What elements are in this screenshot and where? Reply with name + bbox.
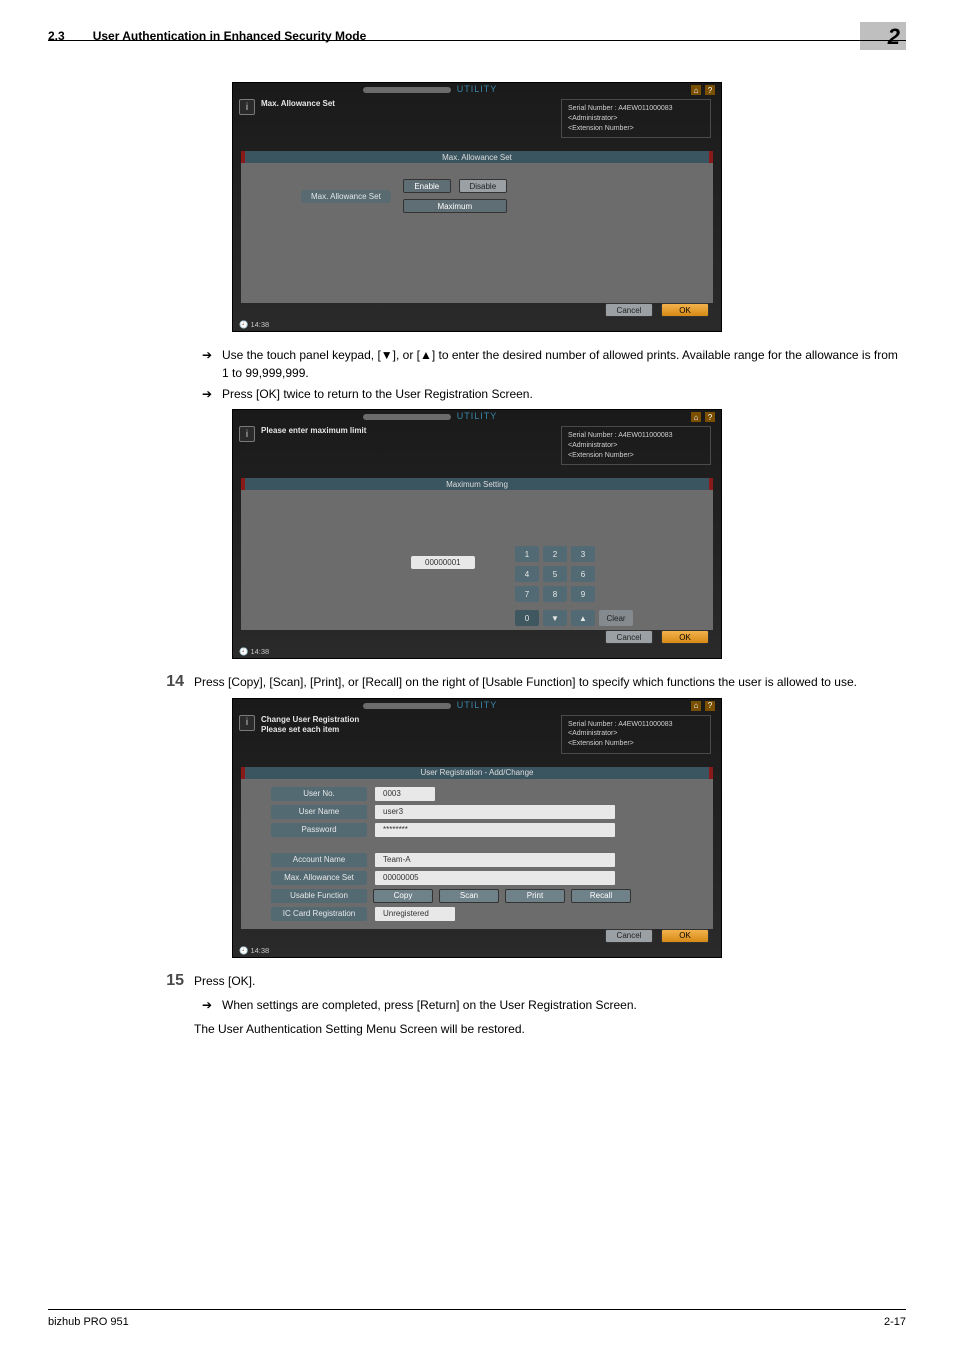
user-name-label[interactable]: User Name [271, 805, 367, 819]
ok-button[interactable]: OK [661, 303, 709, 317]
user-no-value: 0003 [375, 787, 435, 801]
screenshot-user-registration: UTILITY ⌂ ? i Change User RegistrationPl… [232, 698, 722, 958]
panel-body: User No. 0003 User Name user3 Password *… [241, 779, 713, 929]
plain-line: The User Authentication Setting Menu Scr… [194, 1020, 906, 1038]
keypad-0[interactable]: 0 [515, 610, 539, 626]
bullet-list-2: When settings are completed, press [Retu… [202, 996, 906, 1014]
cancel-button[interactable]: Cancel [605, 303, 653, 317]
utility-label: UTILITY [457, 411, 498, 421]
max-value-display: 00000001 [411, 556, 475, 569]
chapter-badge: 2 [860, 22, 906, 50]
keypad-2[interactable]: 2 [543, 546, 567, 562]
keypad-down[interactable]: ▼ [543, 610, 567, 626]
info-icon: i [239, 426, 255, 442]
info-icon: i [239, 99, 255, 115]
password-value: ******** [375, 823, 615, 837]
keypad-1[interactable]: 1 [515, 546, 539, 562]
clock: 🕘 14:38 [239, 946, 269, 955]
enable-button[interactable]: Enable [403, 179, 451, 193]
recall-button[interactable]: Recall [571, 889, 631, 903]
clock: 🕘 14:38 [239, 320, 269, 329]
keypad-clear[interactable]: Clear [599, 610, 633, 626]
password-label[interactable]: Password [271, 823, 367, 837]
page-header: 2.3 User Authentication in Enhanced Secu… [48, 22, 906, 50]
panel-body: 00000001 1 2 3 4 5 6 7 8 9 0 ▼ ▲ Clear [241, 490, 713, 630]
usable-function-label: Usable Function [271, 889, 367, 903]
help-icon[interactable]: ? [705, 701, 715, 711]
screenshot-max-allowance: UTILITY ⌂ ? i Max. Allowance Set Serial … [232, 82, 722, 332]
header-rule [48, 40, 906, 41]
home-icon[interactable]: ⌂ [691, 412, 701, 422]
step-14: 14 Press [Copy], [Scan], [Print], or [Re… [158, 673, 906, 692]
keypad-9[interactable]: 9 [571, 586, 595, 602]
utility-bar: UTILITY ⌂ ? [233, 83, 721, 97]
step-text: Press [OK]. [194, 972, 255, 991]
keypad-4[interactable]: 4 [515, 566, 539, 582]
info-icon: i [239, 715, 255, 731]
clock: 🕘 14:38 [239, 647, 269, 656]
user-name-value: user3 [375, 805, 615, 819]
bullet-list-1: Use the touch panel keypad, [▼], or [▲] … [202, 346, 906, 403]
panel-title-strip: Max. Allowance Set [241, 151, 713, 163]
maximum-button[interactable]: Maximum [403, 199, 507, 213]
chip-max-allowance: Max. Allowance Set [301, 190, 391, 203]
bullet-item: Press [OK] twice to return to the User R… [202, 385, 906, 403]
ok-button[interactable]: OK [661, 929, 709, 943]
keypad-6[interactable]: 6 [571, 566, 595, 582]
screenshot-maximum-setting: UTILITY ⌂ ? i Please enter maximum limit… [232, 409, 722, 659]
info-text: Max. Allowance Set [261, 99, 335, 109]
utility-label: UTILITY [457, 84, 498, 94]
cancel-button[interactable]: Cancel [605, 929, 653, 943]
step-text: Press [Copy], [Scan], [Print], or [Recal… [194, 673, 857, 692]
page-number: 2-17 [884, 1316, 906, 1328]
info-text: Please enter maximum limit [261, 426, 366, 436]
help-icon[interactable]: ? [705, 412, 715, 422]
home-icon[interactable]: ⌂ [691, 701, 701, 711]
info-text: Change User RegistrationPlease set each … [261, 715, 359, 736]
page-footer: bizhub PRO 951 2-17 [48, 1316, 906, 1328]
account-name-label[interactable]: Account Name [271, 853, 367, 867]
serial-panel: Serial Number : A4EW011000083 <Administr… [561, 99, 711, 138]
keypad-5[interactable]: 5 [543, 566, 567, 582]
keypad-up[interactable]: ▲ [571, 610, 595, 626]
serial-panel: Serial Number : A4EW011000083 <Administr… [561, 715, 711, 754]
utility-label: UTILITY [457, 700, 498, 710]
panel-title-strip: Maximum Setting [241, 478, 713, 490]
keypad-8[interactable]: 8 [543, 586, 567, 602]
keypad-3[interactable]: 3 [571, 546, 595, 562]
product-name: bizhub PRO 951 [48, 1316, 129, 1328]
step-number: 15 [158, 972, 184, 990]
bullet-item: Use the touch panel keypad, [▼], or [▲] … [202, 346, 906, 382]
ic-card-label[interactable]: IC Card Registration [271, 907, 367, 921]
max-allowance-label[interactable]: Max. Allowance Set [271, 871, 367, 885]
step-15: 15 Press [OK]. [158, 972, 906, 991]
panel-body: Max. Allowance Set Enable Disable Maximu… [241, 163, 713, 303]
cancel-button[interactable]: Cancel [605, 630, 653, 644]
bullet-item: When settings are completed, press [Retu… [202, 996, 906, 1014]
step-number: 14 [158, 673, 184, 691]
copy-button[interactable]: Copy [373, 889, 433, 903]
max-allowance-value: 00000005 [375, 871, 615, 885]
disable-button[interactable]: Disable [459, 179, 507, 193]
ic-card-value: Unregistered [375, 907, 455, 921]
home-icon[interactable]: ⌂ [691, 85, 701, 95]
help-icon[interactable]: ? [705, 85, 715, 95]
user-no-label[interactable]: User No. [271, 787, 367, 801]
panel-title-strip: User Registration - Add/Change [241, 767, 713, 779]
serial-panel: Serial Number : A4EW011000083 <Administr… [561, 426, 711, 465]
print-button[interactable]: Print [505, 889, 565, 903]
footer-rule [48, 1309, 906, 1310]
account-name-value: Team-A [375, 853, 615, 867]
scan-button[interactable]: Scan [439, 889, 499, 903]
keypad: 1 2 3 4 5 6 7 8 9 [515, 546, 595, 602]
keypad-7[interactable]: 7 [515, 586, 539, 602]
ok-button[interactable]: OK [661, 630, 709, 644]
